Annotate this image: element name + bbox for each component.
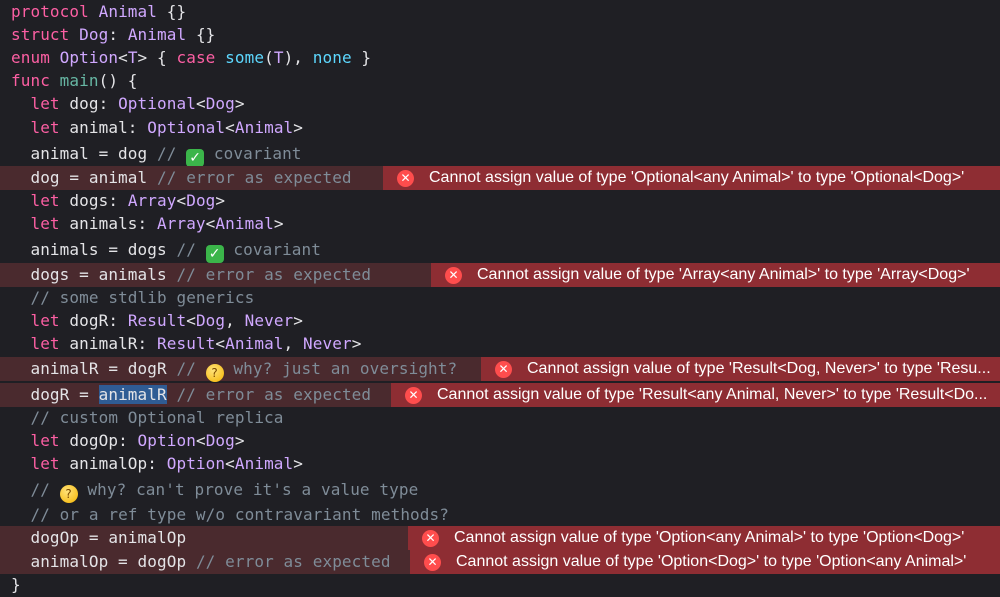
code-text: let dogs: Array<Dog>: [30, 191, 226, 210]
code-line-10[interactable]: let animals: Array<Animal>: [0, 212, 1000, 236]
error-message: Cannot assign value of type 'Option<Dog>…: [456, 553, 967, 570]
code-text: enum Option<T> { case some(T), none }: [11, 48, 372, 67]
code-line-17[interactable]: dogR = animalR // error as expected ✕ Ca…: [0, 383, 1000, 407]
code-text: let dogOp: Option<Dog>: [30, 431, 245, 450]
code-text: animalOp = dogOp // error as expected: [11, 552, 391, 571]
code-text: let dogR: Result<Dog, Never>: [30, 311, 304, 330]
code-text: let animalR: Result<Animal, Never>: [30, 334, 362, 353]
error-banner[interactable]: ✕ Cannot assign value of type 'Option<Do…: [410, 550, 1000, 574]
code-line-21[interactable]: // ? why? can't prove it's a value type: [0, 478, 1000, 503]
code-line-6[interactable]: let animal: Optional<Animal>: [0, 116, 1000, 140]
code-line-19[interactable]: let dogOp: Option<Dog>: [0, 429, 1000, 453]
code-text: // ? why? can't prove it's a value type: [30, 480, 419, 503]
error-banner[interactable]: ✕ Cannot assign value of type 'Array<any…: [431, 263, 1000, 287]
code-text: animals = dogs // ✓ covariant: [11, 240, 321, 263]
code-line-2[interactable]: struct Dog: Animal {}: [0, 23, 1000, 47]
code-text: // custom Optional replica: [30, 408, 284, 427]
white-check-mark-emoji-icon: ✓: [205, 245, 224, 263]
error-message: Cannot assign value of type 'Result<any …: [437, 386, 988, 403]
code-editor[interactable]: protocol Animal {} struct Dog: Animal {}…: [0, 0, 1000, 596]
code-line-9[interactable]: let dogs: Array<Dog>: [0, 189, 1000, 213]
error-banner[interactable]: ✕ Cannot assign value of type 'Result<Do…: [481, 357, 1000, 381]
code-line-24[interactable]: animalOp = dogOp // error as expected ✕ …: [0, 550, 1000, 574]
thinking-face-emoji-icon: ?: [59, 485, 78, 503]
code-line-13[interactable]: // some stdlib generics: [0, 286, 1000, 310]
code-text: dogR = animalR // error as expected: [11, 385, 372, 404]
thinking-face-emoji-icon: ?: [205, 364, 224, 382]
error-banner[interactable]: ✕ Cannot assign value of type 'Optional<…: [383, 166, 1000, 190]
code-text: let dog: Optional<Dog>: [30, 94, 245, 113]
error-x-circle-icon: ✕: [495, 360, 512, 378]
code-line-15[interactable]: let animalR: Result<Animal, Never>: [0, 332, 1000, 356]
code-text: animalR = dogR // ? why? just an oversig…: [11, 359, 458, 382]
code-text: dogs = animals // error as expected: [11, 265, 372, 284]
error-message: Cannot assign value of type 'Array<any A…: [477, 266, 970, 283]
error-x-circle-icon: ✕: [445, 266, 462, 284]
code-line-12[interactable]: dogs = animals // error as expected ✕ Ca…: [0, 263, 1000, 287]
code-text: let animals: Array<Animal>: [30, 214, 284, 233]
code-text: animal = dog // ✓ covariant: [11, 144, 302, 167]
code-line-23[interactable]: dogOp = animalOp ✕ Cannot assign value o…: [0, 526, 1000, 550]
code-text: dogOp = animalOp: [11, 528, 187, 547]
code-line-16[interactable]: animalR = dogR // ? why? just an oversig…: [0, 357, 1000, 382]
code-text: dog = animal // error as expected: [11, 168, 352, 187]
code-text: protocol Animal {}: [11, 2, 187, 21]
error-message: Cannot assign value of type 'Optional<an…: [429, 169, 965, 186]
code-line-1[interactable]: protocol Animal {}: [0, 0, 1000, 24]
code-line-4[interactable]: func main() {: [0, 69, 1000, 93]
error-x-circle-icon: ✕: [424, 553, 441, 571]
error-banner[interactable]: ✕ Cannot assign value of type 'Result<an…: [391, 383, 1000, 407]
code-text: }: [11, 575, 21, 594]
error-message: Cannot assign value of type 'Result<Dog,…: [527, 360, 991, 377]
code-text: struct Dog: Animal {}: [11, 25, 216, 44]
code-line-5[interactable]: let dog: Optional<Dog>: [0, 92, 1000, 116]
code-line-22[interactable]: // or a ref type w/o contravariant metho…: [0, 503, 1000, 527]
code-line-25[interactable]: }: [0, 573, 1000, 597]
code-line-14[interactable]: let dogR: Result<Dog, Never>: [0, 309, 1000, 333]
code-text: func main() {: [11, 71, 138, 90]
code-text: // some stdlib generics: [30, 288, 255, 307]
code-text: let animal: Optional<Animal>: [30, 118, 304, 137]
white-check-mark-emoji-icon: ✓: [186, 149, 205, 167]
code-line-7[interactable]: animal = dog // ✓ covariant: [0, 142, 1000, 167]
code-line-11[interactable]: animals = dogs // ✓ covariant: [0, 238, 1000, 263]
error-banner[interactable]: ✕ Cannot assign value of type 'Option<an…: [408, 526, 1000, 550]
code-line-3[interactable]: enum Option<T> { case some(T), none }: [0, 46, 1000, 70]
code-line-18[interactable]: // custom Optional replica: [0, 406, 1000, 430]
error-x-circle-icon: ✕: [397, 169, 414, 187]
code-line-8[interactable]: dog = animal // error as expected ✕ Cann…: [0, 166, 1000, 190]
error-message: Cannot assign value of type 'Option<any …: [454, 529, 965, 546]
code-text: let animalOp: Option<Animal>: [30, 454, 304, 473]
error-x-circle-icon: ✕: [422, 529, 439, 547]
code-line-20[interactable]: let animalOp: Option<Animal>: [0, 452, 1000, 476]
error-x-circle-icon: ✕: [405, 386, 422, 404]
code-text: // or a ref type w/o contravariant metho…: [30, 505, 449, 524]
